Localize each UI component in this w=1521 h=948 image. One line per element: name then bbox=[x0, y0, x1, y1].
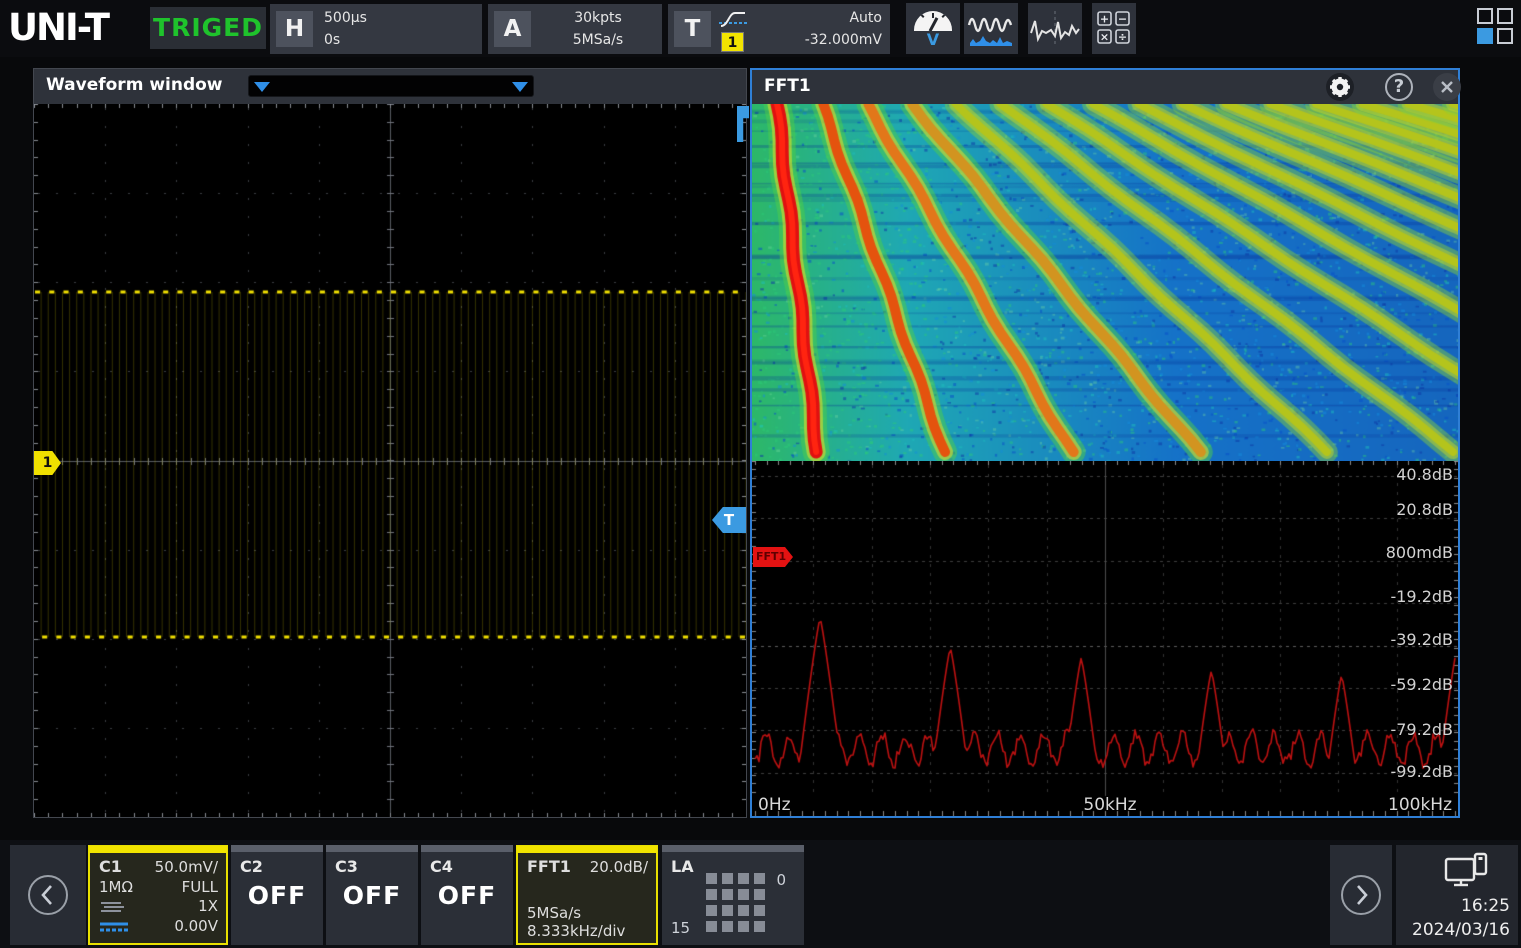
svg-text:+: + bbox=[1100, 13, 1109, 26]
channel3-card[interactable]: C3 OFF bbox=[326, 845, 418, 945]
waveform-window: Waveform window 1 T bbox=[33, 68, 747, 818]
channel4-state: OFF bbox=[421, 881, 513, 910]
la-card-name: LA bbox=[671, 857, 694, 876]
sample-rate-value: 5MSa/s bbox=[540, 30, 656, 50]
la-channel-grid-icon bbox=[706, 873, 768, 935]
channel1-name: C1 bbox=[99, 858, 122, 876]
horizontal-settings-button[interactable]: H 500µs 0s bbox=[270, 4, 482, 54]
waveform-window-header[interactable]: Waveform window bbox=[34, 69, 746, 104]
freq-axis-label-0: 0Hz bbox=[758, 794, 791, 816]
trigger-edge-icon bbox=[718, 9, 748, 29]
top-bar: UNI-T TRIGED H 500µs 0s A 30kpts 5MSa/s … bbox=[0, 0, 1521, 57]
chevron-down-icon bbox=[512, 82, 528, 92]
channel1-impedance: 1MΩ bbox=[99, 878, 133, 896]
fft-tool-button[interactable] bbox=[964, 3, 1018, 54]
trigger-level-value: -32.000mV bbox=[805, 30, 882, 50]
channel4-name: C4 bbox=[430, 857, 453, 876]
db-axis-label: 40.8dB bbox=[1363, 465, 1453, 485]
acquisition-key-label: A bbox=[494, 11, 531, 47]
trigger-key-label: T bbox=[674, 11, 711, 47]
remote-device-icon bbox=[1442, 851, 1490, 897]
freq-axis-label-50k: 50kHz bbox=[1070, 794, 1150, 816]
bottom-bar: C1 50.0mV/ 1MΩ FULL 1X bbox=[0, 840, 1521, 948]
horizontal-key-label: H bbox=[276, 11, 313, 47]
fft1-sample-rate: 5MSa/s bbox=[527, 904, 581, 922]
uni-t-logo: UNI-T bbox=[8, 6, 146, 50]
db-axis-label: -99.2dB bbox=[1363, 762, 1453, 782]
fft-spectrum-canvas bbox=[752, 461, 1458, 816]
help-button[interactable]: ? bbox=[1385, 73, 1413, 101]
anomaly-waveform-icon bbox=[1028, 39, 1082, 58]
fft1-resolution: 8.333kHz/div bbox=[527, 922, 625, 940]
db-axis-label: 800mdB bbox=[1363, 543, 1453, 563]
waveform-source-dropdown[interactable] bbox=[248, 75, 534, 97]
waveform-record-button[interactable] bbox=[1028, 3, 1082, 54]
date-display: 2024/03/16 bbox=[1412, 919, 1510, 941]
timebase-value: 500µs bbox=[324, 8, 367, 28]
scroll-left-button[interactable] bbox=[10, 845, 86, 945]
fft1-scale: 20.0dB/ bbox=[590, 858, 648, 876]
channel1-probe: 1X bbox=[198, 897, 218, 915]
trigger-settings-button[interactable]: T 1 Auto -32.000mV bbox=[668, 4, 890, 54]
waveform-window-title: Waveform window bbox=[46, 75, 223, 95]
freq-axis-label-100k: 100kHz bbox=[1388, 794, 1452, 816]
acquisition-settings-button[interactable]: A 30kpts 5MSa/s bbox=[488, 4, 662, 54]
chevron-left-icon bbox=[30, 898, 66, 917]
fft1-window-header[interactable]: FFT1 bbox=[752, 70, 1458, 104]
channel1-bandwidth: FULL bbox=[182, 878, 218, 896]
close-button[interactable] bbox=[1433, 73, 1461, 101]
db-axis-label: -79.2dB bbox=[1363, 720, 1453, 740]
channel2-state: OFF bbox=[231, 881, 323, 910]
logic-analyzer-card[interactable]: LA 0 15 bbox=[662, 845, 804, 945]
channel3-state: OFF bbox=[326, 881, 418, 910]
trigger-mode-value: Auto bbox=[849, 8, 882, 28]
channel1-scale: 50.0mV/ bbox=[155, 858, 218, 876]
channel2-card[interactable]: C2 OFF bbox=[231, 845, 323, 945]
time-display: 16:25 bbox=[1461, 895, 1510, 917]
svg-text:×: × bbox=[1100, 31, 1109, 44]
svg-text:−: − bbox=[1118, 13, 1127, 26]
channel1-card[interactable]: C1 50.0mV/ 1MΩ FULL 1X bbox=[88, 845, 228, 945]
channel2-name: C2 bbox=[240, 857, 263, 876]
help-icon: ? bbox=[1394, 76, 1404, 97]
la-value-bottom: 15 bbox=[671, 919, 690, 937]
svg-text:÷: ÷ bbox=[1118, 31, 1127, 44]
db-axis-label: -59.2dB bbox=[1363, 675, 1453, 695]
dvm-button[interactable]: V bbox=[906, 3, 960, 54]
channel3-name: C3 bbox=[335, 857, 358, 876]
trigger-status-badge: TRIGED bbox=[150, 7, 266, 49]
settings-button[interactable] bbox=[1326, 73, 1354, 101]
ground-level-icon bbox=[99, 919, 129, 938]
fft1-card[interactable]: FFT1 20.0dB/ 5MSa/s 8.333kHz/div bbox=[516, 845, 658, 945]
chevron-right-icon bbox=[1343, 898, 1379, 917]
math-operators-icon: + − × ÷ bbox=[1092, 39, 1136, 58]
memory-depth-value: 30kpts bbox=[540, 8, 656, 28]
db-axis-label: -39.2dB bbox=[1363, 630, 1453, 650]
math-button[interactable]: + − × ÷ bbox=[1092, 3, 1136, 54]
fft1-window-title: FFT1 bbox=[764, 76, 811, 96]
db-axis-label: -19.2dB bbox=[1363, 587, 1453, 607]
channel1-offset: 0.00V bbox=[174, 917, 218, 935]
spectrogram-canvas bbox=[752, 104, 1458, 461]
trigger-position-marker[interactable] bbox=[737, 106, 749, 142]
la-value-top: 0 bbox=[776, 871, 786, 889]
fft1-card-name: FFT1 bbox=[527, 858, 571, 876]
spectrum-icon bbox=[964, 39, 1018, 58]
oscilloscope-screen: UNI-T TRIGED H 500µs 0s A 30kpts 5MSa/s … bbox=[0, 0, 1521, 948]
db-axis-label: 20.8dB bbox=[1363, 500, 1453, 520]
scroll-right-button[interactable] bbox=[1330, 845, 1392, 945]
fft-trace-tag[interactable]: FFT1 bbox=[753, 547, 793, 567]
trigger-source-badge: 1 bbox=[721, 32, 744, 52]
channel4-card[interactable]: C4 OFF bbox=[421, 845, 513, 945]
fft1-window: FFT1 bbox=[750, 68, 1460, 818]
chevron-down-icon bbox=[254, 82, 270, 92]
horizontal-position-value: 0s bbox=[324, 30, 340, 50]
clock-panel[interactable]: 16:25 2024/03/16 bbox=[1396, 845, 1518, 945]
waveform-plot-canvas bbox=[34, 104, 746, 817]
window-layout-button[interactable] bbox=[1477, 8, 1515, 48]
coupling-icon bbox=[99, 899, 125, 918]
